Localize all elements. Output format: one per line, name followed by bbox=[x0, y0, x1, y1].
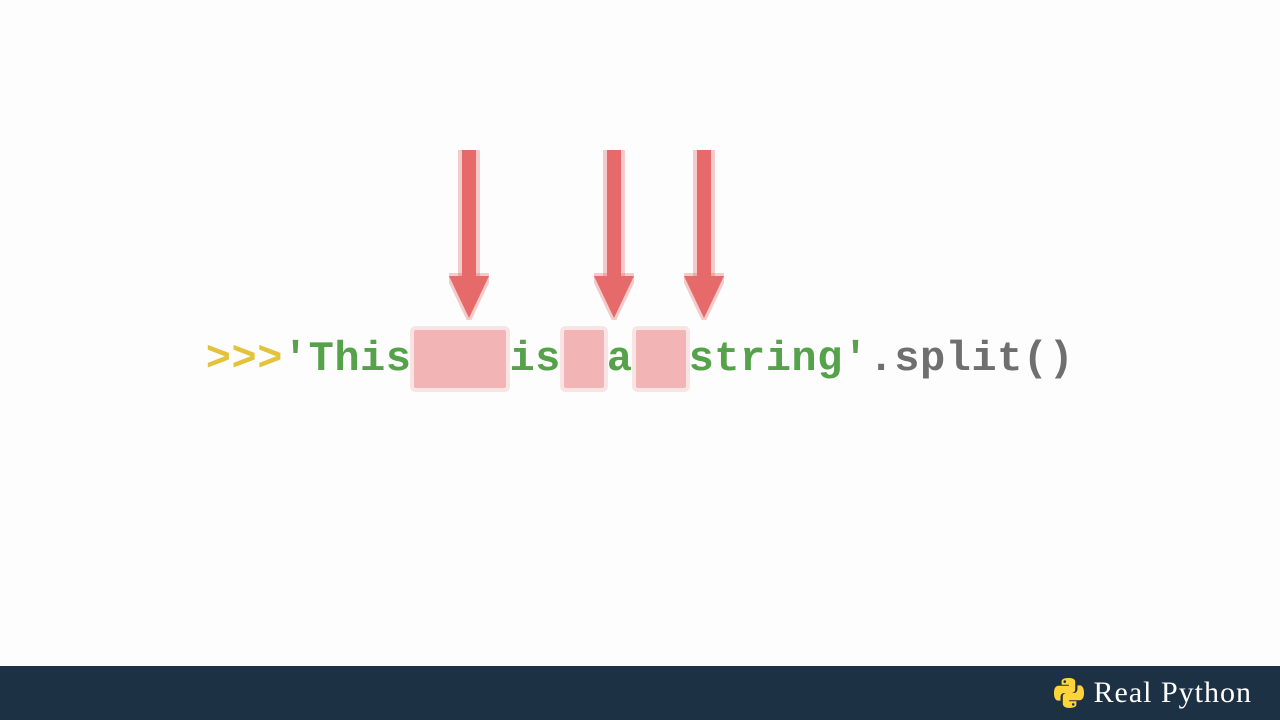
string-word-1: This bbox=[309, 335, 412, 383]
string-word-3: a bbox=[607, 335, 633, 383]
whitespace-highlight-3 bbox=[636, 330, 686, 388]
parens-token: () bbox=[1023, 335, 1074, 383]
python-logo-icon bbox=[1054, 678, 1084, 708]
whitespace-highlight-1 bbox=[414, 330, 506, 388]
arrow-1-icon bbox=[449, 150, 489, 320]
slide: >>>'Thisisastring'.split() Real Python bbox=[0, 0, 1280, 720]
open-quote: ' bbox=[283, 335, 309, 383]
string-word-2: is bbox=[509, 335, 560, 383]
dot-token: . bbox=[869, 335, 895, 383]
method-name: split bbox=[894, 335, 1023, 383]
code-example: >>>'Thisisastring'.split() bbox=[0, 330, 1280, 388]
string-word-4: string bbox=[689, 335, 843, 383]
footer-bar: Real Python bbox=[0, 666, 1280, 720]
brand-label: Real Python bbox=[1094, 676, 1253, 710]
arrow-3-icon bbox=[684, 150, 724, 320]
arrow-2-icon bbox=[594, 150, 634, 320]
close-quote: ' bbox=[843, 335, 869, 383]
whitespace-highlight-2 bbox=[564, 330, 604, 388]
prompt-token: >>> bbox=[206, 335, 283, 383]
